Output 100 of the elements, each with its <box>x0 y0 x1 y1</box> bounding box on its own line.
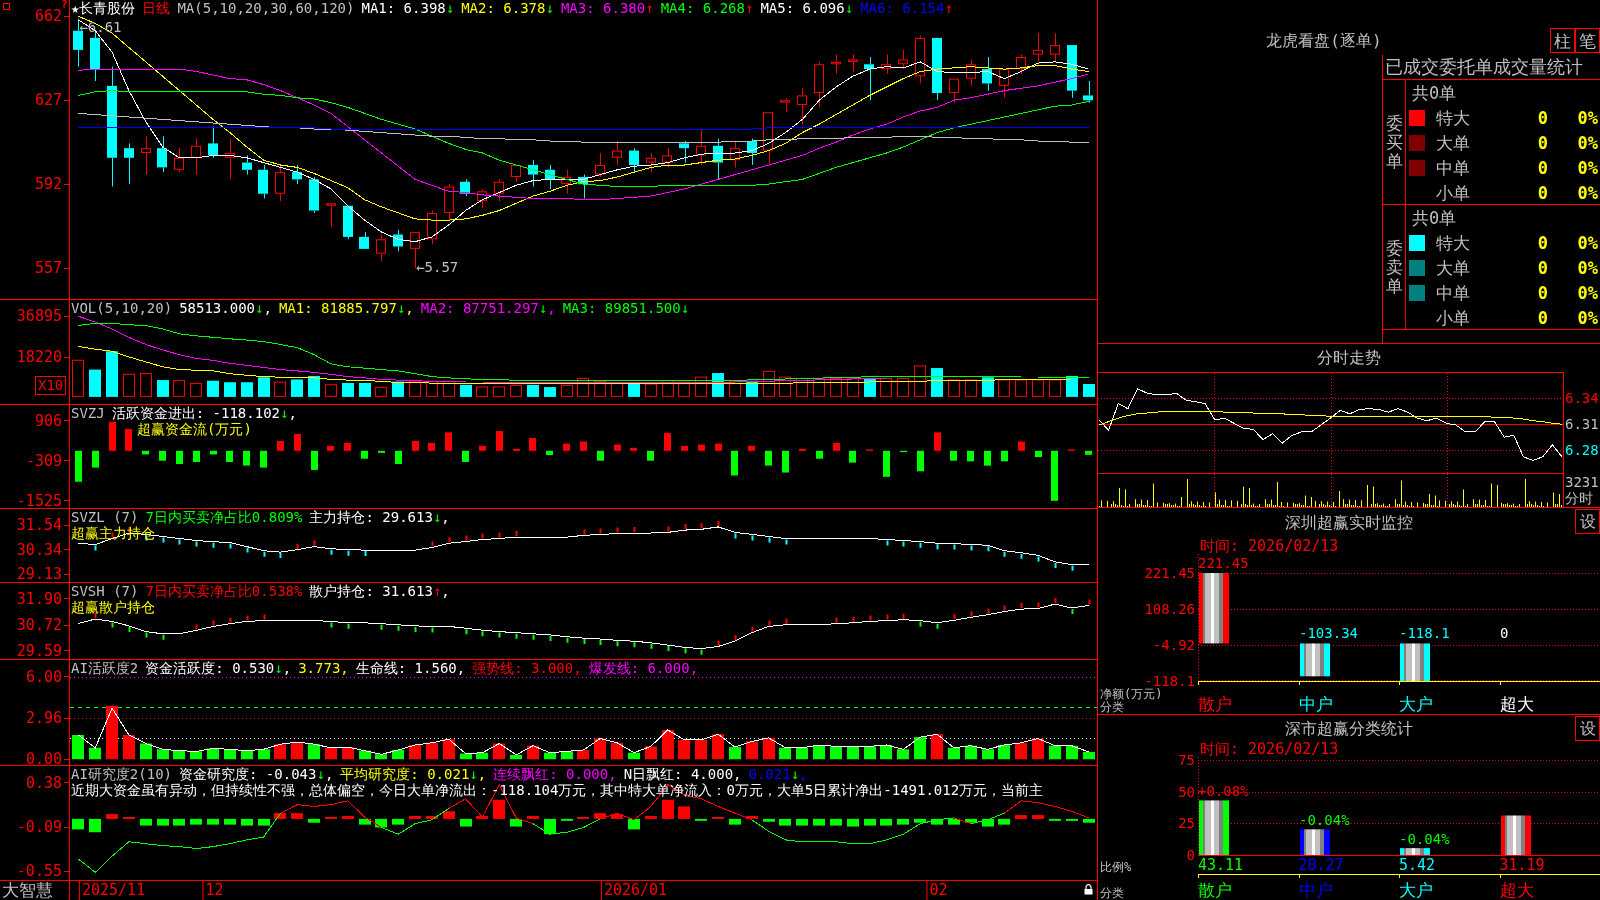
indicator-bar <box>412 440 419 451</box>
legend-item: MA5: 6.096↓ <box>760 0 854 16</box>
candlestick <box>763 111 773 166</box>
indicator-bar <box>493 799 505 819</box>
legend-item: MA2: 6.378↓ <box>461 0 554 16</box>
indicator-bar <box>291 813 303 819</box>
volume-bar <box>695 376 707 397</box>
order-type-label: 中单 <box>1435 282 1471 303</box>
indicator-bar <box>92 450 99 468</box>
indicator-bar <box>748 445 755 451</box>
indicator-bar <box>510 818 522 827</box>
indicator-bar <box>125 429 132 451</box>
view-toggle-button[interactable]: 笔 <box>1575 28 1600 53</box>
axis-title: 分类 <box>1100 701 1124 714</box>
help-button[interactable]: ? <box>61 0 68 9</box>
indicator-bar <box>563 443 570 451</box>
volume-bar <box>965 379 977 397</box>
table-title: 已成交委托单成交量统计 <box>1383 55 1600 80</box>
legend-item: 散户持仓: 31.613↑, <box>309 583 450 599</box>
view-toggle-button[interactable]: 柱 <box>1550 28 1575 53</box>
order-count: 0 <box>1537 257 1549 278</box>
indicator-bar <box>344 442 351 451</box>
indicator-bar <box>830 818 842 826</box>
volume-bar <box>342 382 354 397</box>
indicator-bar <box>597 450 604 461</box>
volume-bar <box>291 379 303 397</box>
legend-item: MA3: 6.380↑ <box>560 0 654 16</box>
volume-bar <box>443 380 455 397</box>
volume-bar <box>258 377 270 397</box>
indicator-bar <box>917 450 924 472</box>
change-label: +0.08% <box>1198 784 1249 800</box>
candlestick <box>898 49 908 70</box>
change-label: -0.04% <box>1399 832 1450 848</box>
indicator-bar <box>580 441 587 451</box>
indicator-bar <box>123 734 135 760</box>
indicator-bar <box>159 450 166 461</box>
volume-bar <box>274 381 286 397</box>
volume-bar <box>998 379 1010 397</box>
indicator-bar <box>1066 818 1078 821</box>
order-type-label: 中单 <box>1435 157 1471 178</box>
order-percent: 0% <box>1577 282 1599 303</box>
volume-bar <box>241 382 253 397</box>
indicator-bar <box>157 818 169 826</box>
indicator-bar <box>325 817 337 819</box>
order-count: 0 <box>1537 132 1549 153</box>
indicator-bar <box>934 432 941 451</box>
axis-label: 29.13 <box>16 567 69 582</box>
axis-label: -118.1 <box>1144 674 1195 688</box>
settings-button[interactable]: 设 <box>1575 716 1600 741</box>
indicator-bar <box>950 450 957 461</box>
indicator-bar <box>460 753 472 760</box>
indicator-bar <box>813 818 825 826</box>
indicator-bar <box>779 818 791 826</box>
order-total: 共0单 <box>1412 82 1457 103</box>
value-label: 43.11 <box>1198 857 1244 873</box>
candlestick <box>460 178 470 197</box>
legend-item: 58513.000↓, <box>179 300 272 316</box>
indicator-bar <box>1049 745 1061 760</box>
candlestick <box>578 174 588 200</box>
axis-label: 0.38 <box>25 775 69 790</box>
axis-label: 31.90 <box>16 591 69 606</box>
indicator-bar <box>1018 441 1025 451</box>
date-axis-label: 02 <box>926 881 948 900</box>
candlestick <box>494 178 504 202</box>
indicator-bar <box>662 799 674 819</box>
axis-title: 分类 <box>1100 887 1124 900</box>
candlestick <box>797 87 807 125</box>
category-label: 超大 <box>1499 695 1534 714</box>
indicator-bar <box>260 450 267 468</box>
axis-label: 627 <box>34 93 69 108</box>
indicator-bar <box>816 450 823 459</box>
axis-label: 50 <box>1178 784 1195 799</box>
legend-item: AI研究度2(10) <box>71 766 172 782</box>
legend-item: 爆发线: 6.000, <box>588 660 699 676</box>
order-count: 0 <box>1537 282 1549 303</box>
volume-bar <box>510 384 522 397</box>
indicator-bar <box>628 818 640 830</box>
indicator-bar <box>106 814 118 819</box>
indicator-bar <box>931 818 943 825</box>
legend-item: MA6: 6.154↑ <box>860 0 953 16</box>
volume-bar <box>914 365 926 397</box>
indicator-bar <box>546 450 553 456</box>
indicator-bar <box>359 818 371 825</box>
candlestick <box>528 159 538 188</box>
indicator-bar <box>241 750 253 760</box>
axis-label: -309 <box>25 453 69 468</box>
chart-bar <box>1199 573 1229 644</box>
settings-button[interactable]: 设 <box>1575 509 1600 534</box>
indicator-bar <box>493 743 505 760</box>
indicator-bar <box>678 806 690 819</box>
indicator-bar <box>72 818 84 830</box>
candlestick <box>696 128 706 166</box>
indicator-bar <box>712 734 724 760</box>
volume-bar <box>897 377 909 397</box>
candlestick <box>612 140 622 166</box>
legend-item: SVZL (7) <box>71 509 139 525</box>
volume-bar <box>426 380 438 397</box>
indicator-bar <box>614 444 621 451</box>
candlestick <box>595 152 605 178</box>
indicator-bar <box>308 744 320 760</box>
